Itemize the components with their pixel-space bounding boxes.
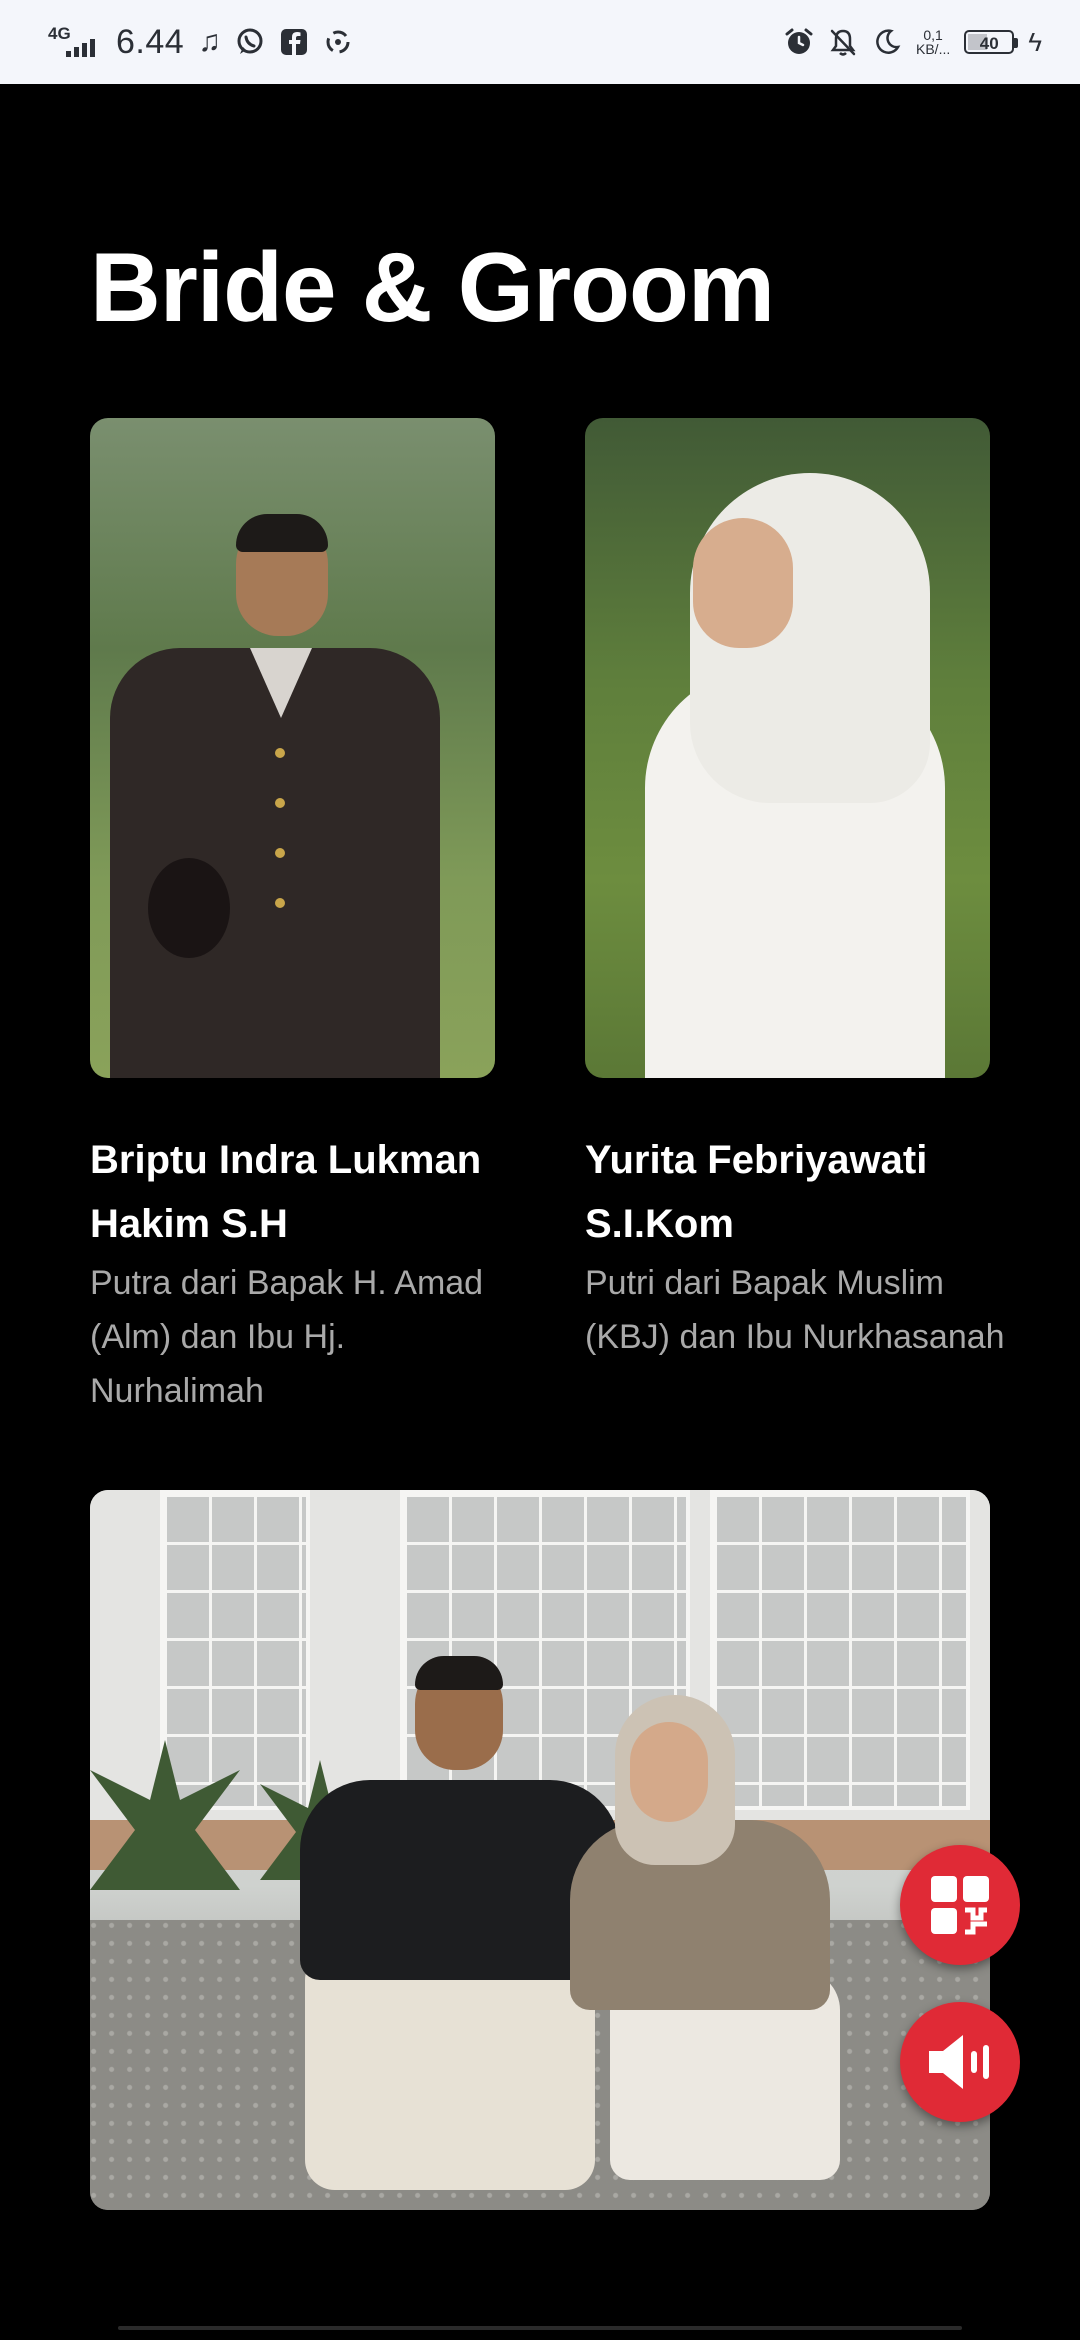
moon-icon [876, 29, 901, 54]
couple-photo [90, 1490, 990, 2210]
grid-menu-icon [931, 1876, 989, 1935]
house-window [160, 1490, 310, 1810]
groom-photo [90, 418, 495, 1078]
house-window [710, 1490, 970, 1810]
bride-name: Yurita Febriyawati S.I.Kom [585, 1138, 928, 1246]
net-speed-unit: KB/... [916, 41, 951, 57]
section-title: Bride & Groom [90, 232, 775, 342]
music-note-icon: ♫ [198, 25, 221, 58]
status-bar-right: 0,1 KB/... 40 ϟ [784, 0, 1042, 84]
whatsapp-icon [237, 28, 263, 54]
signal-icon: 4G [48, 25, 102, 59]
net-speed-value: 0,1 [923, 27, 943, 43]
woman-face [630, 1722, 708, 1822]
uniform-button [275, 848, 285, 858]
battery-icon: 40 [964, 30, 1019, 54]
bride-parents: Putri dari Bapak Muslim (KBJ) dan Ibu Nu… [585, 1264, 1005, 1356]
status-bar-left: 4G 6.44 ♫ [48, 0, 353, 84]
bride-info: Yurita Febriyawati S.I.Kom Putri dari Ba… [585, 1128, 1015, 1364]
groom-hair [236, 514, 328, 552]
groom-uniform [110, 648, 440, 1078]
uniform-button [275, 748, 285, 758]
man-hair [415, 1656, 503, 1690]
menu-button[interactable] [900, 1845, 1020, 1965]
facebook-icon [280, 29, 307, 55]
battery-level: 40 [979, 34, 999, 53]
bottom-divider [118, 2326, 962, 2330]
notifications-off-icon [830, 29, 856, 56]
status-time: 6.44 [116, 22, 185, 61]
sound-toggle-button[interactable] [900, 2002, 1020, 2122]
status-bar: 4G 6.44 ♫ 0,1 KB/... 40 ϟ [0, 0, 1080, 84]
groom-parents: Putra dari Bapak H. Amad (Alm) dan Ibu H… [90, 1264, 484, 1410]
charging-icon: ϟ [1028, 26, 1042, 57]
speaker-icon [929, 2035, 989, 2089]
groom-cap [148, 858, 230, 958]
bride-photo [585, 418, 990, 1078]
uniform-button [275, 798, 285, 808]
alarm-icon [785, 28, 813, 54]
uniform-button [275, 898, 285, 908]
groom-info: Briptu Indra Lukman Hakim S.H Putra dari… [90, 1128, 520, 1418]
net-speed: 0,1 KB/... [916, 28, 950, 56]
recycle-icon [326, 30, 350, 54]
bride-face [693, 518, 793, 648]
groom-name: Briptu Indra Lukman Hakim S.H [90, 1138, 482, 1246]
man-trousers [305, 1950, 595, 2190]
